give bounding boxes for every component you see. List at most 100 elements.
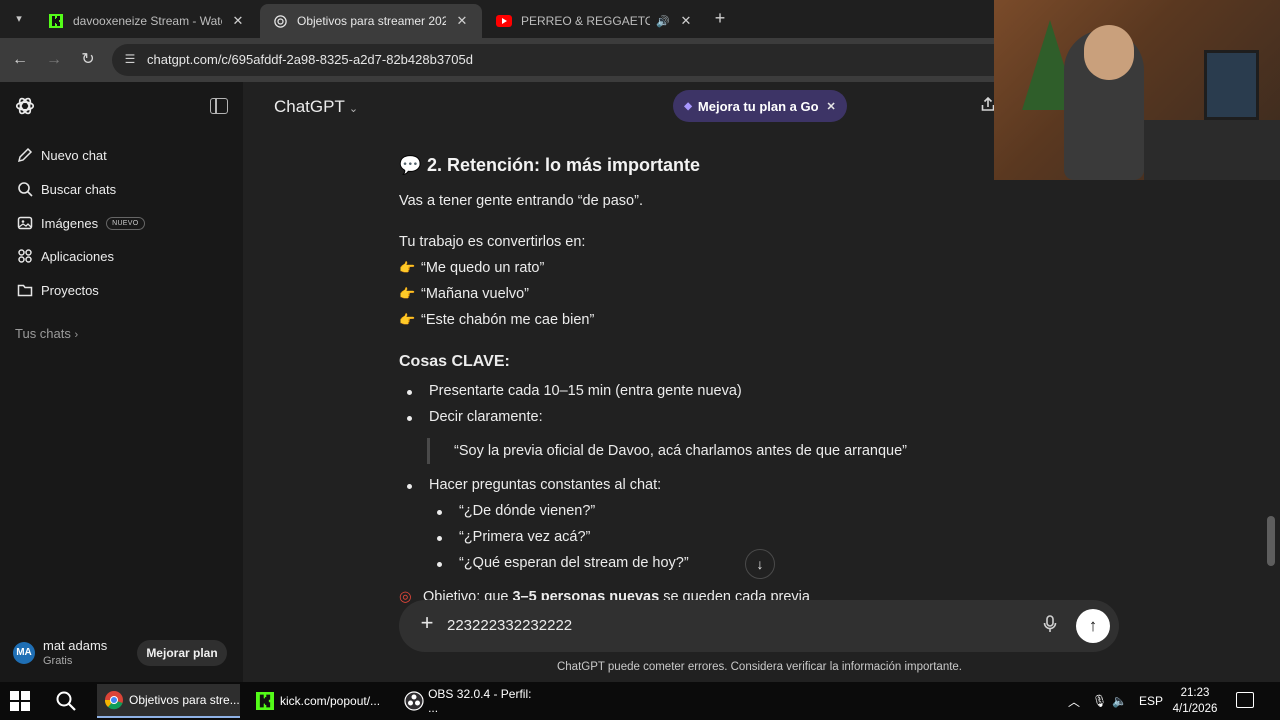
- search-icon[interactable]: [55, 690, 79, 714]
- tab-kick-stream[interactable]: davooxeneize Stream - Watch L ✕: [36, 4, 258, 38]
- sidebar-item-label: Imágenes: [41, 215, 99, 231]
- goal-text: “Este chabón me cae bien”: [421, 312, 595, 328]
- bullet-dot: [407, 390, 412, 395]
- tab-title: PERREO & REGGAETON OL: [521, 14, 651, 28]
- reload-icon[interactable]: ↻: [76, 48, 100, 72]
- model-name: ChatGPT: [274, 97, 345, 116]
- close-tab-icon[interactable]: ✕: [230, 13, 246, 29]
- diamond-icon: ◆: [684, 100, 692, 112]
- scroll-down-arrow-icon[interactable]: ↓: [745, 549, 775, 579]
- promo-label: Mejora tu plan a Go: [697, 98, 819, 114]
- attach-plus-icon[interactable]: +: [416, 612, 438, 634]
- sidebar-item-apps[interactable]: Aplicaciones: [8, 241, 234, 271]
- forward-arrow-icon[interactable]: →: [42, 48, 66, 72]
- language-indicator[interactable]: ESP: [1139, 682, 1163, 720]
- close-tab-icon[interactable]: ✕: [678, 13, 694, 29]
- bullet-dot: [437, 510, 442, 515]
- pointing-hand-icon: 👉: [399, 286, 416, 301]
- taskbar-app-label: OBS 32.0.4 - Perfil: ...: [428, 687, 532, 715]
- list-item: Hacer preguntas constantes al chat:: [429, 477, 662, 493]
- webcam-overlay: [994, 0, 1280, 180]
- search-icon: [16, 180, 34, 198]
- scrollbar-thumb[interactable]: [1267, 516, 1275, 566]
- kick-icon: [48, 13, 64, 29]
- person-head: [1084, 25, 1134, 80]
- chrome-icon: [103, 689, 125, 711]
- taskbar-app-label: Objetivos para stre...: [129, 693, 240, 707]
- prompt-input[interactable]: [447, 617, 1007, 634]
- new-tab-icon[interactable]: +: [710, 8, 730, 30]
- site-settings-icon[interactable]: ☰: [122, 52, 138, 68]
- sidebar: Nuevo chat Buscar chats Imágenes NUEVO A…: [0, 82, 243, 682]
- sidebar-item-label: Buscar chats: [41, 181, 117, 197]
- sidebar-item-search[interactable]: Buscar chats: [8, 174, 234, 204]
- upgrade-go-banner[interactable]: ◆ Mejora tu plan a Go ✕: [673, 90, 847, 122]
- goal-item: 👉 “Este chabón me cae bien”: [399, 312, 594, 328]
- sidebar-item-label: Aplicaciones: [41, 248, 114, 264]
- desk: [1144, 120, 1280, 180]
- your-chats-section[interactable]: Tus chats ›: [15, 326, 78, 341]
- close-icon[interactable]: ✕: [827, 100, 836, 113]
- notifications-icon[interactable]: [1236, 692, 1254, 708]
- user-profile[interactable]: MA mat adams Gratis Mejorar plan: [0, 630, 243, 680]
- sidebar-item-label: Nuevo chat: [41, 147, 107, 163]
- list-item: Decir claramente:: [429, 409, 543, 425]
- upgrade-plan-button[interactable]: Mejorar plan: [137, 640, 227, 666]
- chatgpt-logo-icon[interactable]: [14, 95, 36, 117]
- goal-item: 👉 “Me quedo un rato”: [399, 260, 544, 276]
- paragraph: Tu trabajo es convertirlos en:: [399, 234, 586, 250]
- obs-icon: [403, 690, 424, 712]
- goal-text: “Me quedo un rato”: [421, 260, 545, 276]
- openai-icon: [272, 13, 288, 29]
- speech-bubble-icon: 💬: [399, 155, 422, 175]
- sidebar-toggle-icon[interactable]: [210, 98, 228, 114]
- sidebar-item-images[interactable]: Imágenes NUEVO: [8, 208, 234, 238]
- taskbar-app-kick[interactable]: kick.com/popout/...: [248, 684, 391, 718]
- youtube-icon: [496, 13, 512, 29]
- new-badge: NUEVO: [106, 216, 145, 230]
- user-name: mat adams: [43, 638, 108, 653]
- chat-composer: + ↑: [399, 600, 1119, 652]
- apps-icon: [16, 247, 34, 265]
- model-selector[interactable]: ChatGPT ⌄: [274, 97, 358, 117]
- tab-youtube[interactable]: PERREO & REGGAETON OL 🔊 ✕: [484, 4, 706, 38]
- taskbar: Objetivos para stre... kick.com/popout/.…: [0, 682, 1280, 720]
- windows-start-icon[interactable]: [10, 691, 30, 711]
- sidebar-item-new-chat[interactable]: Nuevo chat: [8, 140, 234, 170]
- taskbar-app-obs[interactable]: OBS 32.0.4 - Perfil: ...: [397, 684, 540, 718]
- folder-icon: [16, 281, 34, 299]
- list-item: “¿Qué esperan del stream de hoy?”: [459, 555, 689, 571]
- close-tab-icon[interactable]: ✕: [454, 13, 470, 29]
- tab-chatgpt[interactable]: Objetivos para streamer 2023 ✕: [260, 4, 482, 38]
- tray-overflow-icon[interactable]: ︿: [1068, 682, 1080, 720]
- section-heading: 💬 2. Retención: lo más importante: [399, 155, 700, 176]
- sidebar-item-projects[interactable]: Proyectos: [8, 275, 234, 305]
- clock-time: 21:23: [1180, 687, 1210, 699]
- pointing-hand-icon: 👉: [399, 260, 416, 275]
- tab-search-menu-icon[interactable]: ▾: [8, 8, 30, 30]
- bullet-dot: [437, 536, 442, 541]
- back-arrow-icon[interactable]: ←: [8, 48, 32, 72]
- paragraph: Vas a tener gente entrando “de paso”.: [399, 193, 643, 209]
- goal-item: 👉 “Mañana vuelvo”: [399, 286, 529, 302]
- user-plan: Gratis: [43, 655, 73, 667]
- list-item: “¿Primera vez acá?”: [459, 529, 591, 545]
- tab-title: davooxeneize Stream - Watch L: [73, 14, 222, 28]
- clock[interactable]: 21:23 4/1/2026: [1170, 685, 1220, 717]
- disclaimer-text: ChatGPT puede cometer errores. Considera…: [556, 661, 963, 673]
- url-field[interactable]: ☰ chatgpt.com/c/695afddf-2a98-8325-a2d7-…: [112, 44, 1012, 76]
- blockquote: “Soy la previa oficial de Davoo, acá cha…: [427, 438, 907, 464]
- tab-title: Objetivos para streamer 2023: [297, 14, 446, 28]
- taskbar-app-chrome[interactable]: Objetivos para stre...: [97, 684, 240, 718]
- edit-icon: [16, 146, 34, 164]
- avatar[interactable]: MA: [13, 642, 35, 664]
- volume-icon[interactable]: 🔈: [1112, 682, 1127, 720]
- bullet-dot: [407, 484, 412, 489]
- microphone-icon[interactable]: 🎙: [1092, 682, 1107, 720]
- section-label: Tus chats: [15, 326, 71, 341]
- heading-text: 2. Retención: lo más importante: [427, 155, 701, 175]
- microphone-icon[interactable]: [1043, 615, 1061, 635]
- subheading: Cosas CLAVE:: [399, 353, 510, 370]
- send-arrow-icon[interactable]: ↑: [1076, 609, 1110, 643]
- speaker-icon[interactable]: 🔊: [656, 15, 670, 28]
